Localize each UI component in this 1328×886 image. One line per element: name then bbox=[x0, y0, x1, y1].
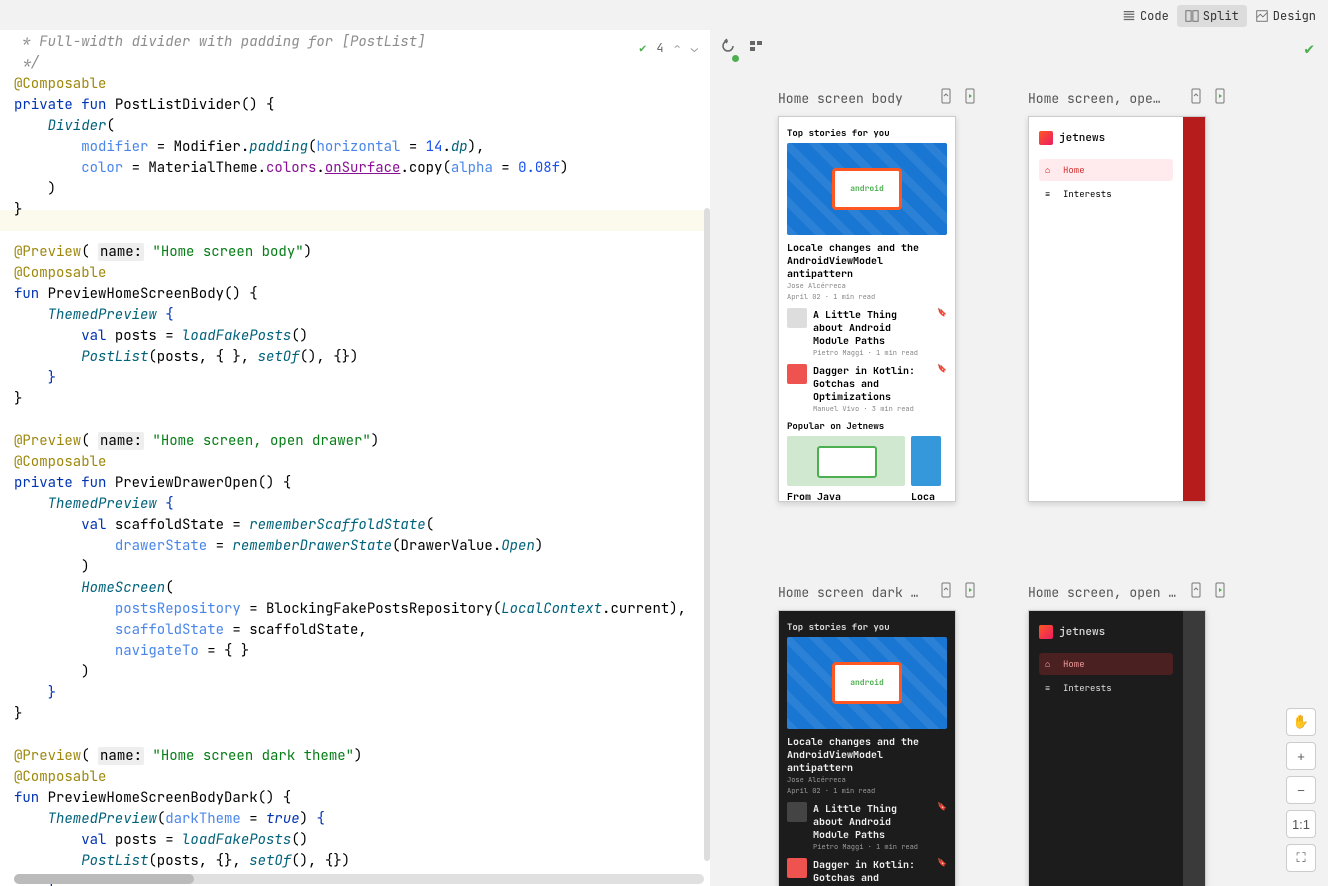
preview-toolbar bbox=[720, 38, 764, 59]
preview-item-1: Home screen body Top stories for you and… bbox=[778, 88, 978, 502]
tab-split[interactable]: Split bbox=[1177, 5, 1247, 27]
deploy-icon[interactable] bbox=[1188, 88, 1204, 108]
device-preview-drawer[interactable]: jetnews ⌂Home ≡Interests bbox=[1028, 116, 1206, 502]
preview-title: Home screen, open drawer dar… bbox=[1028, 584, 1180, 601]
app-logo-icon bbox=[1039, 131, 1053, 145]
device-preview-dark[interactable]: Top stories for you android Locale chang… bbox=[778, 610, 956, 886]
deploy-icon[interactable] bbox=[938, 88, 954, 108]
home-icon: ⌂ bbox=[1045, 164, 1055, 176]
animate-icon[interactable] bbox=[962, 582, 978, 602]
zoom-reset-button[interactable]: 1:1 bbox=[1286, 810, 1316, 838]
hero-image: android bbox=[787, 143, 947, 235]
animate-icon[interactable] bbox=[1212, 88, 1228, 108]
drawer-item-interests[interactable]: ≡Interests bbox=[1039, 183, 1173, 205]
preview-item-3: Home screen dark … Top stories for you a… bbox=[778, 582, 978, 886]
zoom-out-button[interactable]: − bbox=[1286, 776, 1316, 804]
preview-title: Home screen body bbox=[778, 90, 930, 107]
zoom-controls: ✋ + − 1:1 ⛶ bbox=[1286, 708, 1316, 872]
zoom-in-button[interactable]: + bbox=[1286, 742, 1316, 770]
bookmark-icon[interactable]: 🔖 bbox=[937, 364, 947, 374]
code-content[interactable]: * Full-width divider with padding for [P… bbox=[14, 32, 710, 886]
deploy-icon[interactable] bbox=[938, 582, 954, 602]
preview-item-2: Home screen, ope… jetnews ⌂Home ≡Interes… bbox=[1028, 88, 1228, 502]
preview-title: Home screen, ope… bbox=[1028, 90, 1180, 107]
preview-panel: ✔ Home screen body Top stories for you a… bbox=[710, 30, 1328, 886]
preview-item-4: Home screen, open drawer dar… jetnews ⌂H… bbox=[1028, 582, 1228, 886]
device-preview-drawer-dark[interactable]: jetnews ⌂Home ≡Interests bbox=[1028, 610, 1206, 886]
deploy-icon[interactable] bbox=[1188, 582, 1204, 602]
animate-icon[interactable] bbox=[962, 88, 978, 108]
pan-button[interactable]: ✋ bbox=[1286, 708, 1316, 736]
drawer-item-home[interactable]: ⌂Home bbox=[1039, 159, 1173, 181]
scrollbar-thumb[interactable] bbox=[14, 874, 194, 884]
bookmark-icon[interactable]: 🔖 bbox=[937, 308, 947, 318]
device-preview-light[interactable]: Top stories for you android Locale chang… bbox=[778, 116, 956, 502]
tab-code[interactable]: Code bbox=[1114, 5, 1177, 27]
zoom-fit-button[interactable]: ⛶ bbox=[1286, 844, 1316, 872]
status-ok-icon[interactable]: ✔ bbox=[1304, 38, 1314, 59]
horizontal-scrollbar[interactable] bbox=[14, 874, 704, 884]
code-editor[interactable]: ✔4 ⌃ ⌄ * Full-width divider with padding… bbox=[0, 30, 710, 886]
interactive-icon[interactable] bbox=[748, 38, 764, 59]
list-icon: ≡ bbox=[1045, 188, 1055, 200]
preview-title: Home screen dark … bbox=[778, 584, 930, 601]
refresh-icon[interactable] bbox=[720, 38, 736, 59]
tab-design[interactable]: Design bbox=[1247, 5, 1324, 27]
animate-icon[interactable] bbox=[1212, 582, 1228, 602]
